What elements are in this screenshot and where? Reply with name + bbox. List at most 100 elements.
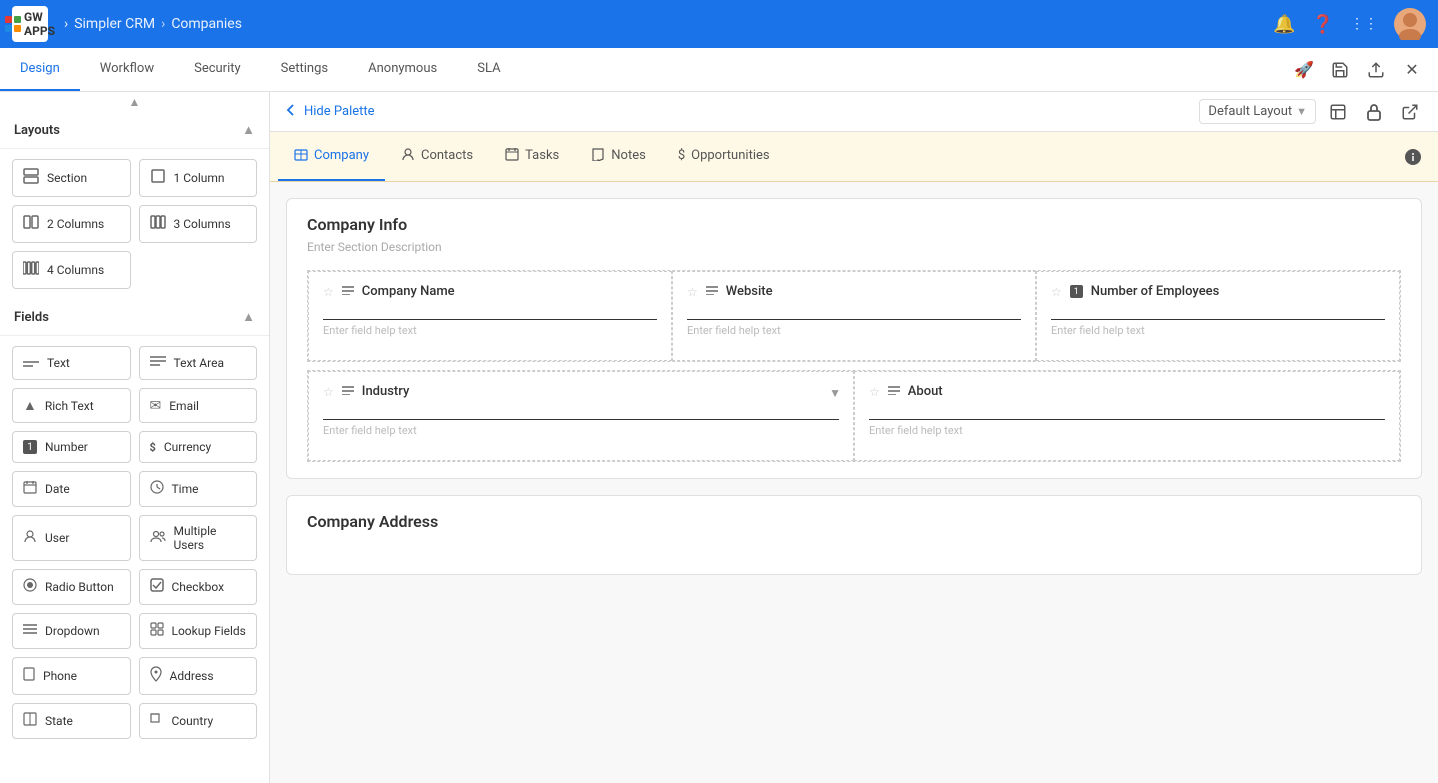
rocket-icon[interactable]: 🚀 bbox=[1290, 56, 1318, 84]
tab-design-label: Design bbox=[20, 61, 60, 76]
tab-security[interactable]: Security bbox=[174, 48, 261, 91]
chevron-right-icon: › bbox=[64, 16, 68, 32]
layout-selector[interactable]: Default Layout ▼ bbox=[1199, 99, 1316, 124]
content-tab-info[interactable] bbox=[1404, 132, 1430, 181]
field-row-2: ☆ Industry ▼ Enter field help text ☆ bbox=[307, 370, 1401, 462]
one-column-icon bbox=[150, 168, 166, 188]
field-about-icon bbox=[888, 384, 900, 399]
tab-settings[interactable]: Settings bbox=[261, 48, 348, 91]
sidebar: ▲ Layouts ▲ Section 1 Column bbox=[0, 92, 270, 783]
content-tab-contacts[interactable]: Contacts bbox=[385, 132, 489, 181]
layouts-grid: Section 1 Column 2 Columns 3 Columns bbox=[0, 149, 269, 299]
sidebar-item-richtext[interactable]: ▲ Rich Text bbox=[12, 388, 131, 423]
star-company-name[interactable]: ☆ bbox=[323, 285, 334, 299]
fields-collapse-icon[interactable]: ▲ bbox=[242, 309, 255, 325]
external-link-icon[interactable] bbox=[1396, 98, 1424, 126]
sidebar-item-currency[interactable]: $ Currency bbox=[139, 431, 258, 463]
sidebar-item-checkbox-label: Checkbox bbox=[172, 580, 225, 594]
content-tab-contacts-label: Contacts bbox=[421, 148, 473, 163]
sidebar-item-user[interactable]: User bbox=[12, 515, 131, 561]
tab-workflow[interactable]: Workflow bbox=[80, 48, 174, 91]
field-row-1: ☆ Company Name Enter field help text ☆ bbox=[307, 270, 1401, 362]
sidebar-item-phone[interactable]: Phone bbox=[12, 657, 131, 695]
company-address-title: Company Address bbox=[307, 512, 1401, 531]
content-tab-notes[interactable]: Notes bbox=[575, 132, 662, 181]
avatar[interactable] bbox=[1394, 8, 1426, 40]
breadcrumb-companies[interactable]: Companies bbox=[171, 16, 242, 32]
grid-icon[interactable]: ⋮⋮ bbox=[1350, 16, 1378, 32]
sidebar-item-dropdown[interactable]: Dropdown bbox=[12, 613, 131, 649]
sidebar-item-1col[interactable]: 1 Column bbox=[139, 159, 258, 197]
layouts-collapse-icon[interactable]: ▲ bbox=[242, 122, 255, 138]
content-tab-tasks[interactable]: Tasks bbox=[489, 132, 575, 181]
sidebar-item-number[interactable]: 1 Number bbox=[12, 431, 131, 463]
help-icon[interactable]: ❓ bbox=[1312, 14, 1334, 35]
tab-sla[interactable]: SLA bbox=[457, 48, 520, 91]
email-icon: ✉ bbox=[150, 398, 162, 414]
field-website[interactable]: ☆ Website Enter field help text bbox=[672, 271, 1036, 361]
star-about[interactable]: ☆ bbox=[869, 385, 880, 399]
sidebar-item-address-label: Address bbox=[170, 669, 214, 683]
template-icon[interactable] bbox=[1324, 98, 1352, 126]
star-industry[interactable]: ☆ bbox=[323, 385, 334, 399]
two-columns-icon bbox=[23, 214, 39, 234]
hide-palette-button[interactable]: Hide Palette bbox=[284, 103, 375, 121]
field-about[interactable]: ☆ About Enter field help text bbox=[854, 371, 1400, 461]
sidebar-item-lookup[interactable]: Lookup Fields bbox=[139, 613, 258, 649]
company-address-section: Company Address bbox=[286, 495, 1422, 575]
star-website[interactable]: ☆ bbox=[687, 285, 698, 299]
sidebar-item-2col-label: 2 Columns bbox=[47, 217, 104, 231]
sidebar-item-radio[interactable]: Radio Button bbox=[12, 569, 131, 605]
content-tab-company[interactable]: Company bbox=[278, 132, 385, 181]
phone-icon bbox=[23, 667, 35, 685]
tab-anonymous[interactable]: Anonymous bbox=[348, 48, 457, 91]
sidebar-item-section[interactable]: Section bbox=[12, 159, 131, 197]
time-icon bbox=[150, 480, 164, 498]
industry-dropdown-arrow: ▼ bbox=[829, 386, 841, 400]
text-field-icon bbox=[23, 355, 39, 371]
nav-icons: 🔔 ❓ ⋮⋮ bbox=[1273, 8, 1426, 40]
field-website-help: Enter field help text bbox=[687, 324, 1021, 337]
scroll-up-arrow[interactable]: ▲ bbox=[0, 92, 269, 112]
star-employees[interactable]: ☆ bbox=[1051, 285, 1062, 299]
sidebar-item-date[interactable]: Date bbox=[12, 471, 131, 507]
sidebar-item-address[interactable]: Address bbox=[139, 657, 258, 695]
field-num-employees[interactable]: ☆ 1 Number of Employees Enter field help… bbox=[1036, 271, 1400, 361]
sidebar-item-multiuser[interactable]: Multiple Users bbox=[139, 515, 258, 561]
sidebar-item-country-label: Country bbox=[172, 714, 214, 728]
field-website-label: Website bbox=[726, 284, 773, 299]
breadcrumb: › Simpler CRM › Companies bbox=[64, 16, 242, 32]
sidebar-item-3col[interactable]: 3 Columns bbox=[139, 205, 258, 243]
tasks-tab-icon bbox=[505, 147, 519, 165]
sidebar-item-country[interactable]: Country bbox=[139, 703, 258, 739]
tab-anonymous-label: Anonymous bbox=[368, 61, 437, 76]
sidebar-item-state[interactable]: State bbox=[12, 703, 131, 739]
sidebar-item-4col-label: 4 Columns bbox=[47, 263, 104, 277]
sidebar-item-checkbox[interactable]: Checkbox bbox=[139, 569, 258, 605]
logo-area: GW APPS › Simpler CRM › Companies bbox=[12, 6, 242, 42]
sidebar-item-email-label: Email bbox=[169, 399, 199, 413]
content-tab-opportunities[interactable]: $ Opportunities bbox=[662, 132, 786, 181]
sidebar-item-4col[interactable]: 4 Columns bbox=[12, 251, 131, 289]
close-icon[interactable]: ✕ bbox=[1398, 56, 1426, 84]
sidebar-item-time[interactable]: Time bbox=[139, 471, 258, 507]
lock-icon[interactable] bbox=[1360, 98, 1388, 126]
sidebar-item-textarea[interactable]: Text Area bbox=[139, 346, 258, 380]
radio-icon bbox=[23, 578, 37, 596]
export-icon[interactable] bbox=[1362, 56, 1390, 84]
field-industry-label: Industry bbox=[362, 384, 410, 399]
field-industry[interactable]: ☆ Industry ▼ Enter field help text bbox=[308, 371, 854, 461]
save-icon[interactable] bbox=[1326, 56, 1354, 84]
breadcrumb-crm[interactable]: Simpler CRM bbox=[74, 16, 155, 32]
bell-icon[interactable]: 🔔 bbox=[1273, 14, 1295, 35]
tab-bar-actions: 🚀 ✕ bbox=[1290, 48, 1438, 91]
sidebar-item-text[interactable]: Text bbox=[12, 346, 131, 380]
field-company-name[interactable]: ☆ Company Name Enter field help text bbox=[308, 271, 672, 361]
sidebar-item-multiuser-label: Multiple Users bbox=[174, 524, 247, 552]
tab-design[interactable]: Design bbox=[0, 48, 80, 91]
sidebar-item-email[interactable]: ✉ Email bbox=[139, 388, 258, 423]
address-icon bbox=[150, 666, 162, 686]
sidebar-item-2col[interactable]: 2 Columns bbox=[12, 205, 131, 243]
company-info-section: Company Info Enter Section Description ☆… bbox=[286, 198, 1422, 479]
sidebar-item-state-label: State bbox=[45, 714, 73, 728]
